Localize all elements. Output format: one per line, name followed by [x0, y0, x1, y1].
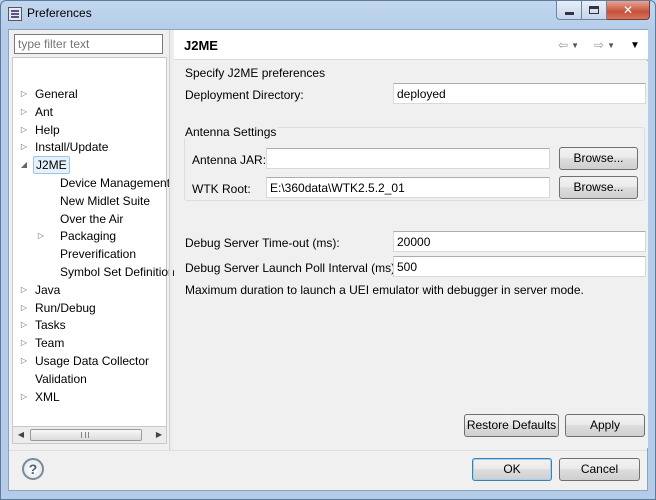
tree-item-label: Usage Data Collector: [35, 354, 150, 368]
antenna-settings-title: Antenna Settings: [183, 125, 279, 139]
scroll-left-icon[interactable]: ◀: [14, 427, 28, 443]
tree-item-label: Tasks: [35, 318, 66, 333]
tree-item[interactable]: ▷ Tasks: [13, 316, 163, 334]
back-arrow-icon[interactable]: ⇦: [558, 38, 568, 52]
page-title: J2ME: [184, 38, 218, 53]
tree-item-label: Device Management: [60, 176, 171, 190]
cancel-button[interactable]: Cancel: [559, 458, 640, 481]
preference-tree: ▷ General ▷ Ant ▷ Help ▷ Install/Update ◢ J2ME Dev…: [12, 57, 175, 427]
wtk-root-field[interactable]: E:\360data\WTK2.5.2_01: [266, 177, 550, 198]
tree-item-label: General: [35, 87, 78, 101]
grip-icon: [81, 432, 89, 438]
tree-item[interactable]: ▷ General: [13, 85, 163, 103]
tree-item-label: XML: [35, 389, 60, 404]
poll-interval-field[interactable]: 500: [393, 256, 646, 277]
forward-arrow-icon[interactable]: ⇨: [594, 38, 604, 52]
ok-button[interactable]: OK: [472, 458, 552, 481]
expand-arrow-icon[interactable]: ▷: [19, 299, 29, 317]
expand-arrow-icon[interactable]: ▷: [19, 138, 29, 156]
expand-arrow-icon[interactable]: ▷: [19, 388, 29, 406]
tree-item[interactable]: ▷ Packaging: [13, 227, 163, 245]
tree-item-label: Packaging: [60, 229, 117, 244]
expand-arrow-icon[interactable]: ▷: [19, 281, 29, 299]
close-icon: ✕: [622, 3, 634, 17]
tree-item[interactable]: ▷ Team: [13, 334, 163, 352]
tree-item[interactable]: Validation: [13, 370, 163, 388]
title-bar[interactable]: Preferences ✕: [1, 1, 655, 27]
minimize-icon: [564, 11, 574, 15]
tree-item[interactable]: ▷ Ant: [13, 103, 163, 121]
poll-interval-note: Maximum duration to launch a UEI emulato…: [185, 283, 584, 297]
forward-dropdown-icon[interactable]: ▼: [607, 41, 615, 50]
debug-timeout-label: Debug Server Time-out (ms):: [185, 236, 340, 250]
tree-item[interactable]: New Midlet Suite: [13, 192, 163, 210]
tree-item-label: Team: [35, 336, 65, 351]
apply-button[interactable]: Apply: [565, 414, 645, 437]
help-icon[interactable]: ?: [22, 458, 44, 480]
deployment-directory-label: Deployment Directory:: [185, 88, 304, 102]
page-description: Specify J2ME preferences: [185, 66, 326, 80]
tree-item-label: J2ME: [33, 156, 70, 175]
tree-item-label: Validation: [35, 371, 87, 386]
tree-item[interactable]: ▷ Run/Debug: [13, 299, 163, 317]
tree-item[interactable]: ▷ Usage Data Collector: [13, 352, 163, 370]
expand-arrow-icon[interactable]: ▷: [19, 316, 29, 334]
restore-defaults-button[interactable]: Restore Defaults: [464, 414, 559, 437]
debug-timeout-field[interactable]: 20000: [393, 231, 646, 252]
poll-interval-label: Debug Server Launch Poll Interval (ms): [185, 261, 396, 275]
deployment-directory-field[interactable]: deployed: [393, 83, 646, 104]
tree-item[interactable]: ▷ Help: [13, 121, 163, 139]
tree-item[interactable]: Device Management: [13, 174, 170, 192]
antenna-browse-button[interactable]: Browse...: [559, 147, 638, 170]
tree-item[interactable]: Symbol Set Definition: [13, 263, 175, 281]
tree-item-label: Install/Update: [35, 140, 109, 155]
sash[interactable]: [169, 30, 173, 450]
maximize-button[interactable]: [582, 1, 607, 20]
view-menu[interactable]: ▼: [630, 37, 640, 53]
preference-page: Specify J2ME preferences Deployment Dire…: [174, 61, 648, 448]
expand-arrow-icon[interactable]: ▷: [36, 227, 46, 245]
expand-arrow-icon[interactable]: ▷: [19, 352, 29, 370]
tree-item[interactable]: ▷ XML: [13, 388, 163, 406]
antenna-jar-field[interactable]: [266, 148, 550, 169]
scroll-right-icon[interactable]: ▶: [152, 427, 166, 443]
tree-item[interactable]: Over the Air: [13, 210, 163, 228]
view-menu-icon[interactable]: ▼: [630, 40, 640, 51]
expand-arrow-icon[interactable]: ▷: [19, 85, 29, 103]
dialog-client-area: ▷General▷Ant▷Help▷Install/Update◢J2MEDev…: [8, 29, 648, 491]
expand-arrow-icon[interactable]: ▷: [19, 103, 29, 121]
tree-item-label: Java: [35, 282, 61, 297]
forward-nav[interactable]: ⇨ ▼: [594, 37, 615, 53]
back-dropdown-icon[interactable]: ▼: [571, 41, 579, 50]
minimize-button[interactable]: [556, 1, 582, 20]
tree-item-label: Over the Air: [60, 211, 124, 226]
expand-arrow-icon[interactable]: ▷: [19, 121, 29, 139]
tree-item-label: Preverification: [60, 247, 137, 262]
wtk-root-label: WTK Root:: [192, 182, 251, 196]
tree-horizontal-scrollbar[interactable]: ◀ ▶: [12, 427, 167, 444]
tree-item-label: New Midlet Suite: [60, 193, 151, 208]
window-title: Preferences: [27, 6, 92, 20]
maximize-icon: [589, 6, 599, 14]
page-header: J2ME ⇦ ▼ ⇨ ▼ ▼: [174, 30, 648, 60]
tree-item-label: Symbol Set Definition: [60, 265, 175, 279]
close-button[interactable]: ✕: [607, 1, 650, 20]
collapse-arrow-icon[interactable]: ◢: [19, 156, 29, 174]
tree-item[interactable]: ◢ J2ME: [13, 156, 163, 175]
tree-item[interactable]: ▷ Java: [13, 281, 163, 299]
scroll-thumb[interactable]: [30, 429, 142, 441]
wtk-browse-button[interactable]: Browse...: [559, 176, 638, 199]
tree-item[interactable]: Preverification: [13, 245, 163, 263]
app-icon: [8, 7, 22, 21]
tree-item-label: Help: [35, 122, 60, 137]
tree-item-label: Run/Debug: [35, 300, 96, 315]
back-nav[interactable]: ⇦ ▼: [558, 37, 579, 53]
tree-item[interactable]: ▷ Install/Update: [13, 138, 163, 156]
filter-input[interactable]: [14, 34, 163, 54]
expand-arrow-icon[interactable]: ▷: [19, 334, 29, 352]
preferences-window: Preferences ✕ ▷ General ▷ Ant ▷ Help ▷ Install/…: [0, 0, 656, 500]
window-controls: ✕: [556, 1, 650, 20]
tree-item-label: Ant: [35, 104, 54, 119]
antenna-jar-label: Antenna JAR:: [192, 153, 267, 167]
